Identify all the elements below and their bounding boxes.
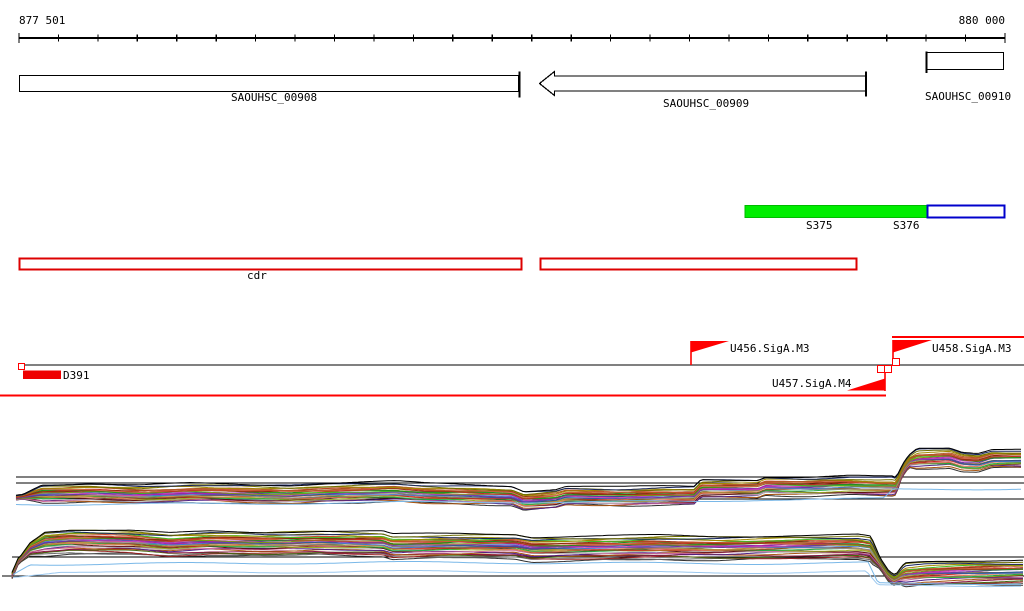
tss-flag-label-U456: U456.SigA.M3 [730, 342, 809, 355]
curve-bundle-upper [15, 447, 1022, 511]
tss-flag-U458[interactable]: U458.SigA.M3 [892, 340, 1011, 365]
tss-track: D391 U456.SigA.M3 U457.SigA.M4 U458.SigA… [0, 336, 1024, 397]
gene-label-00910: SAOUHSC_00910 [925, 90, 1011, 103]
curve-bundle-lower-lightblue-2 [12, 570, 1022, 588]
segment-S376[interactable] [926, 204, 1006, 219]
expression-curve [15, 447, 1022, 496]
region-box-cdr-1[interactable] [18, 257, 523, 271]
gene-SAOUHSC_00909[interactable] [538, 70, 867, 97]
tss-flag-U457[interactable]: U457.SigA.M4 [772, 365, 886, 391]
tss-marker-bar [23, 370, 61, 379]
segment-S375[interactable] [744, 205, 928, 218]
gene-SAOUHSC_00910[interactable] [925, 51, 1005, 74]
tss-marker-D391[interactable]: D391 [17, 362, 90, 383]
ruler-end-label: 880 000 [959, 14, 1005, 27]
curve-bundle-lower [11, 529, 1024, 588]
genome-browser-view: 877 501 880 000 SAOUHSC_00908 SAOUHSC_00… [0, 0, 1024, 611]
tss-flag-U456[interactable]: U456.SigA.M3 [690, 341, 809, 365]
ruler: 877 501 880 000 [18, 14, 1006, 43]
flag-triangle [691, 341, 729, 353]
gene-track: SAOUHSC_00908 SAOUHSC_00909 SAOUHSC_0091… [18, 51, 1011, 110]
genome-browser-canvas: 877 501 880 000 SAOUHSC_00908 SAOUHSC_00… [0, 14, 1024, 588]
gene-label-00909: SAOUHSC_00909 [663, 97, 749, 110]
region-track: cdr [18, 257, 858, 282]
gene-label-00908: SAOUHSC_00908 [231, 91, 317, 104]
tss-flag-label-U458: U458.SigA.M3 [932, 342, 1011, 355]
tss-small-square [17, 362, 26, 371]
segment-label-S375: S375 [806, 219, 833, 232]
tss-small-square [876, 364, 886, 374]
expression-curve [12, 570, 1022, 588]
flag-triangle [893, 340, 932, 353]
flag-triangle [847, 378, 885, 391]
region-label-cdr: cdr [247, 269, 267, 282]
reverse-arrow [538, 70, 867, 97]
expression-curves [11, 447, 1024, 588]
segment-track: S375 S376 [744, 204, 1006, 232]
segment-label-S376: S376 [893, 219, 920, 232]
tss-small-square [883, 364, 893, 374]
tss-flag-label-U457: U457.SigA.M4 [772, 377, 852, 390]
tss-small-square [891, 357, 901, 367]
ruler-start-label: 877 501 [19, 14, 65, 27]
region-box-cdr-2[interactable] [539, 257, 858, 271]
tss-marker-label: D391 [63, 369, 90, 382]
